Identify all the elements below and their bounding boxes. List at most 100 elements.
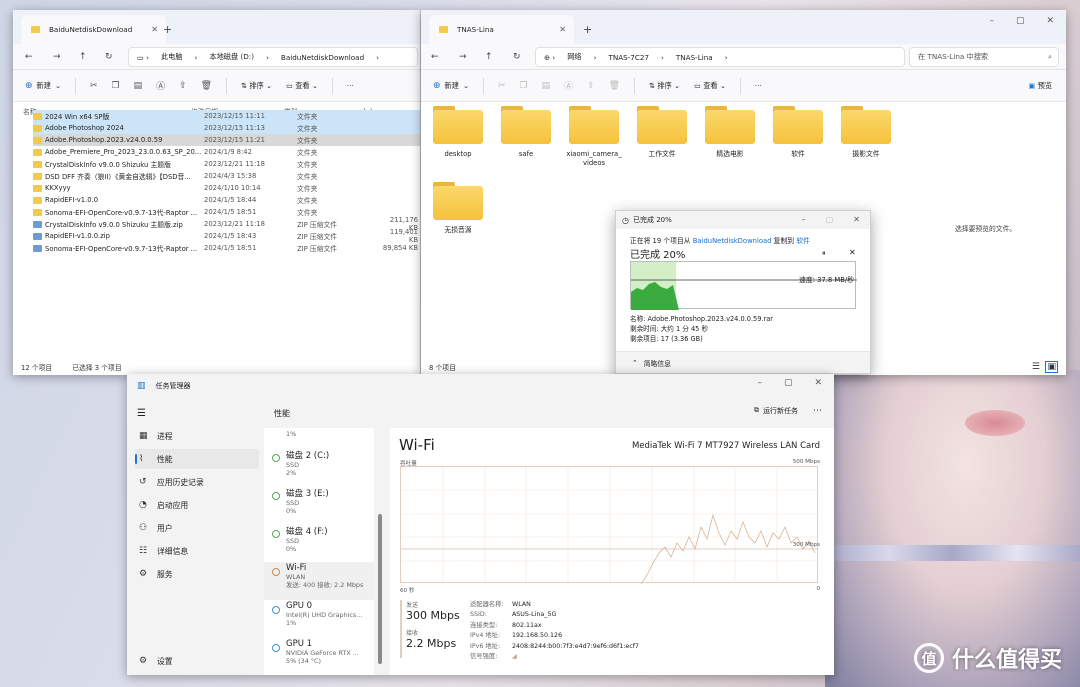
- sort-button[interactable]: ⇅ 排序 ⌄: [241, 81, 272, 91]
- close-icon[interactable]: ✕: [814, 378, 822, 388]
- breadcrumb-item[interactable]: 本地磁盘 (D:): [209, 52, 254, 62]
- file-row[interactable]: Sonoma-EFI-OpenCore-v0.9.7-13代-Raptor ..…: [33, 242, 420, 254]
- minimize-icon[interactable]: –: [757, 378, 762, 388]
- folder-tile[interactable]: desktop: [428, 104, 488, 159]
- rename-icon[interactable]: Ⓐ: [564, 79, 573, 92]
- breadcrumb-item[interactable]: TNAS-Lina: [676, 53, 713, 62]
- file-row[interactable]: DSD DFF 齐奏（狼II）《黄金自选辑》【DSD音... 2024/4/3 1…: [33, 170, 420, 182]
- folder-tile[interactable]: 软件: [768, 104, 828, 159]
- file-row[interactable]: Adobe.Photoshop.2023.v24.0.0.59 2023/12/1…: [33, 134, 420, 146]
- device-item[interactable]: 磁盘 3 (E:) SSD 0%: [264, 486, 374, 524]
- file-row[interactable]: 2024 Win x64 SP版 2023/12/15 11:11 文件夹: [33, 110, 420, 122]
- up-icon[interactable]: ↑: [79, 52, 87, 62]
- more-button[interactable]: ···: [347, 81, 354, 90]
- nav-settings[interactable]: ⚙ 设置: [135, 651, 259, 671]
- folder-tile[interactable]: safe: [496, 104, 556, 159]
- minimize-icon[interactable]: –: [802, 215, 806, 224]
- cut-icon[interactable]: ✂: [498, 81, 506, 91]
- new-tab-icon[interactable]: +: [583, 23, 592, 36]
- device-item[interactable]: 磁盘 4 (F:) SSD 0%: [264, 524, 374, 562]
- folder-tile[interactable]: 工作文件: [632, 104, 692, 159]
- copy-icon[interactable]: ❐: [520, 81, 528, 91]
- rename-icon[interactable]: Ⓐ: [156, 79, 165, 92]
- close-tab-icon[interactable]: ✕: [151, 25, 158, 34]
- more-button[interactable]: ···: [755, 81, 762, 90]
- details-view-icon[interactable]: ☰: [1032, 362, 1040, 372]
- up-icon[interactable]: ↑: [485, 52, 493, 62]
- tab-active[interactable]: BaiduNetdiskDownload ✕: [21, 15, 166, 44]
- back-icon[interactable]: ←: [25, 52, 33, 62]
- device-list-scrollbar[interactable]: [378, 514, 382, 664]
- nav-performance[interactable]: ⌇ 性能: [135, 449, 259, 469]
- search-input[interactable]: 在 TNAS-Lina 中搜索 ⌕: [909, 47, 1059, 67]
- file-row[interactable]: CrystalDiskInfo v9.0.0 Shizuku 主题版.zip 20…: [33, 216, 420, 232]
- more-options-icon[interactable]: ⋯: [813, 406, 822, 416]
- forward-icon[interactable]: →: [53, 52, 61, 62]
- file-row[interactable]: KKXyyy 2024/1/10 10:14 文件夹: [33, 182, 420, 194]
- new-tab-icon[interactable]: +: [163, 23, 172, 36]
- preview-button[interactable]: ▣ 预览: [1029, 81, 1052, 91]
- folder-tile[interactable]: 摄影文件: [836, 104, 896, 159]
- close-icon[interactable]: ✕: [1046, 16, 1054, 26]
- file-row[interactable]: RapidEFI-v1.0.0.zip 2024/1/5 18:43 ZIP 压缩文…: [33, 228, 420, 244]
- nav-processes[interactable]: ▦ 进程: [135, 426, 259, 446]
- device-item[interactable]: 1%: [264, 430, 374, 444]
- file-row[interactable]: Adobe_Premiere_Pro_2023_23.0.0.63_SP_20.…: [33, 146, 420, 158]
- run-new-task-button[interactable]: ⧉ 运行新任务: [754, 406, 798, 416]
- back-icon[interactable]: ←: [431, 52, 439, 62]
- pause-button[interactable]: ⏸: [822, 249, 826, 258]
- breadcrumb-item[interactable]: BaiduNetdiskDownload: [281, 53, 364, 62]
- close-icon[interactable]: ✕: [853, 215, 860, 224]
- minimize-icon[interactable]: –: [989, 16, 994, 26]
- breadcrumb[interactable]: ⊕ › 网络 › TNAS-7C27 › TNAS-Lina ›: [535, 47, 905, 67]
- device-item[interactable]: Wi-Fi WLAN 发送: 400 接收: 2.2 Mbps: [264, 562, 374, 600]
- maximize-icon[interactable]: ▢: [784, 378, 793, 388]
- forward-icon[interactable]: →: [459, 52, 467, 62]
- share-icon[interactable]: ⇪: [587, 81, 595, 91]
- paste-icon[interactable]: ▤: [134, 81, 143, 91]
- view-button[interactable]: ▭ 查看 ⌄: [694, 81, 726, 91]
- new-button[interactable]: ⊕ 新建 ⌄: [433, 81, 469, 91]
- cut-icon[interactable]: ✂: [90, 81, 98, 91]
- source-link[interactable]: BaiduNetdiskDownload: [693, 237, 772, 245]
- nav-users[interactable]: ⚇ 用户: [135, 518, 259, 538]
- file-row[interactable]: RapidEFI-v1.0.0 2024/1/5 18:44 文件夹: [33, 194, 420, 206]
- device-item[interactable]: GPU 1 NVIDIA GeForce RTX ... 5% (34 °C): [264, 638, 374, 675]
- share-icon[interactable]: ⇪: [179, 81, 187, 91]
- folder-tile[interactable]: xiaomi_camera_ videos: [564, 104, 624, 168]
- file-row[interactable]: CrystalDiskInfo v9.0.0 Shizuku 主题版 2023/1…: [33, 158, 420, 170]
- nav-startup[interactable]: ◔ 启动应用: [135, 495, 259, 515]
- cancel-button[interactable]: ✕: [849, 248, 856, 257]
- folder-tile[interactable]: 精选电影: [700, 104, 760, 159]
- less-details-button[interactable]: ⌃ 简略信息: [616, 351, 870, 373]
- tiles-view-icon[interactable]: ▣: [1045, 361, 1058, 373]
- copy-icon[interactable]: ❐: [112, 81, 120, 91]
- breadcrumb-item[interactable]: 网络: [567, 52, 581, 62]
- device-item[interactable]: GPU 0 Intel(R) UHD Graphics... 1%: [264, 600, 374, 638]
- refresh-icon[interactable]: ↻: [105, 52, 113, 62]
- tab-active[interactable]: TNAS-Lina ✕: [429, 15, 574, 44]
- delete-icon[interactable]: 🗑: [609, 81, 620, 91]
- hamburger-icon[interactable]: ☰: [137, 408, 146, 419]
- view-button[interactable]: ▭ 查看 ⌄: [286, 81, 318, 91]
- explorer-window-left: BaiduNetdiskDownload ✕ + ← → ↑ ↻ ▭ › 此电脑…: [13, 10, 420, 375]
- maximize-icon[interactable]: ▢: [1016, 16, 1025, 26]
- paste-icon[interactable]: ▤: [542, 81, 551, 91]
- delete-icon[interactable]: 🗑: [201, 81, 212, 91]
- nav-details[interactable]: ☷ 详细信息: [135, 541, 259, 561]
- nav-services[interactable]: ⚙ 服务: [135, 564, 259, 584]
- refresh-icon[interactable]: ↻: [513, 52, 521, 62]
- dest-link[interactable]: 软件: [796, 237, 810, 245]
- nav-app-history[interactable]: ↺ 应用历史记录: [135, 472, 259, 492]
- breadcrumb-item[interactable]: 此电脑: [161, 52, 183, 62]
- maximize-icon[interactable]: ▢: [826, 215, 834, 224]
- folder-tile[interactable]: 无损音源: [428, 180, 488, 235]
- breadcrumb[interactable]: ▭ › 此电脑 › 本地磁盘 (D:) › BaiduNetdiskDownload…: [128, 47, 418, 67]
- close-tab-icon[interactable]: ✕: [559, 25, 566, 34]
- breadcrumb-item[interactable]: TNAS-7C27: [608, 53, 649, 62]
- device-item[interactable]: 磁盘 2 (C:) SSD 2%: [264, 448, 374, 486]
- sort-button[interactable]: ⇅ 排序 ⌄: [649, 81, 680, 91]
- file-row[interactable]: Adobe Photoshop 2024 2023/12/15 11:13 文件夹: [33, 122, 420, 134]
- file-row[interactable]: Sonoma-EFI-OpenCore-v0.9.7-13代-Raptor ..…: [33, 206, 420, 218]
- new-button[interactable]: ⊕ 新建 ⌄: [25, 81, 61, 91]
